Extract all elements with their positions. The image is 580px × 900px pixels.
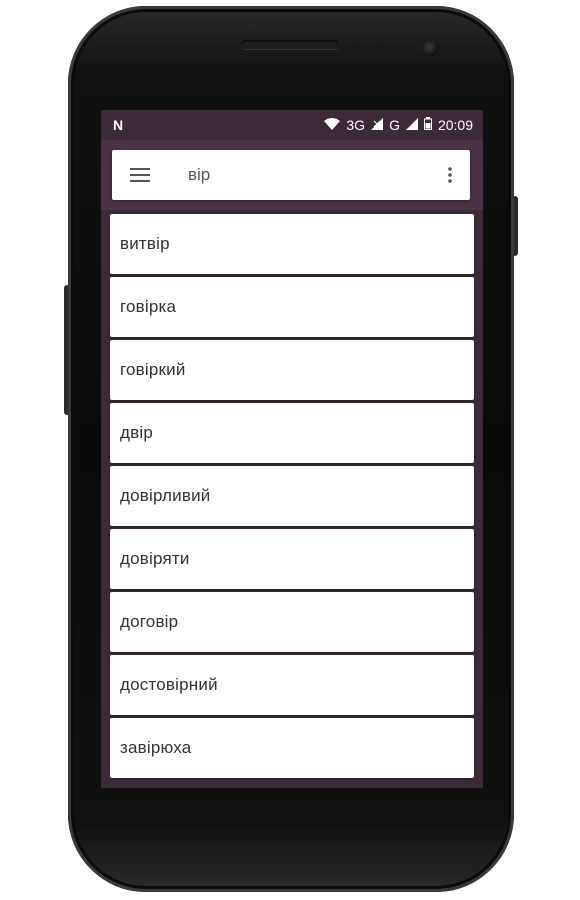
front-camera [423,40,439,56]
list-item[interactable]: говірка [110,277,474,337]
phone-screen: N 3G G 20:09 вір витвір говірка говіркий… [101,110,483,788]
proximity-sensor [352,42,364,48]
status-bar: N 3G G 20:09 [101,110,483,140]
list-item[interactable]: довірливий [110,466,474,526]
list-item-label: завірюха [120,738,192,757]
list-item[interactable]: витвір [110,214,474,274]
light-sensor [376,42,388,48]
search-input[interactable] [168,164,430,186]
network-type-label: 3G [346,117,366,133]
list-item-label: довіряти [120,549,190,568]
list-item-label: достовірний [120,675,218,694]
list-item[interactable]: довіряти [110,529,474,589]
list-item-label: говіркий [120,360,186,379]
hamburger-icon[interactable] [112,150,168,200]
results-list: витвір говірка говіркий двір довірливий … [110,214,474,781]
list-item[interactable]: двір [110,403,474,463]
clock: 20:09 [437,117,473,133]
list-item[interactable]: завірюха [110,718,474,778]
list-item[interactable]: договір [110,592,474,652]
nfc-icon: N [113,117,124,133]
list-item-label: довірливий [120,486,211,505]
list-item-label: договір [120,612,179,631]
signal-icon [405,117,418,133]
list-item[interactable]: говіркий [110,340,474,400]
search-bar[interactable] [112,150,470,200]
list-item-label: говірка [120,297,177,316]
battery-icon [423,117,432,133]
earpiece-speaker [241,40,339,49]
list-item-label: двір [120,423,153,442]
status-icons: 3G G 20:09 [324,117,473,133]
app-bar [101,140,483,210]
more-vert-icon[interactable] [430,150,470,200]
list-item[interactable]: достовірний [110,655,474,715]
signal-icon [371,117,384,133]
wifi-icon [324,117,341,133]
list-item-label: витвір [120,234,170,253]
network-type-2-label: G [389,117,400,133]
